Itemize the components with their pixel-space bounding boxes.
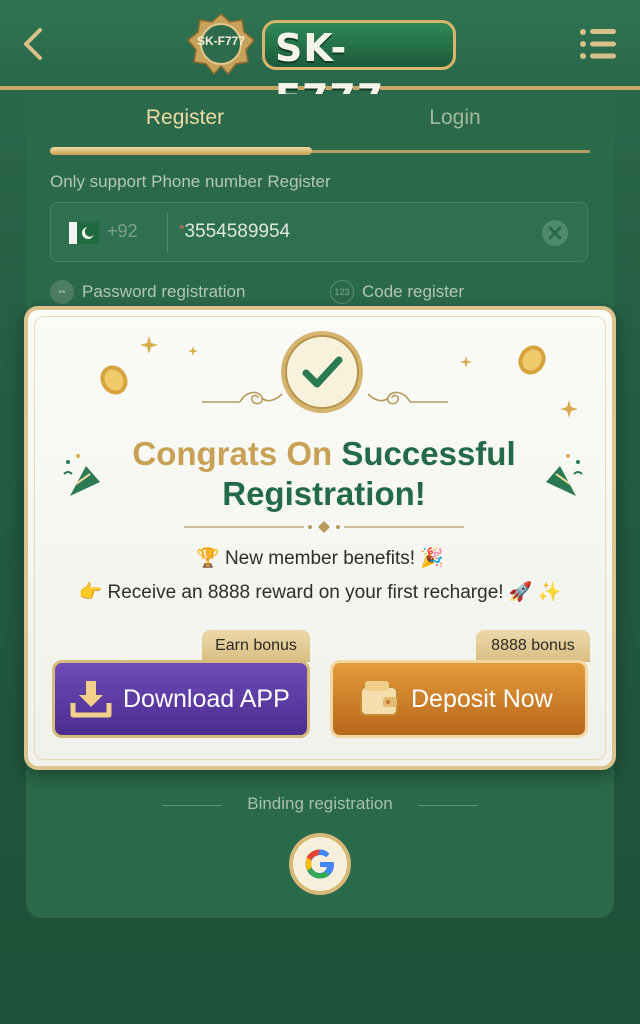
clear-icon[interactable] — [541, 219, 569, 247]
success-modal: Congrats On Successful Registration! 🏆 N… — [24, 306, 616, 770]
binding-registration: Binding registration — [162, 794, 478, 818]
chevron-left-icon — [24, 28, 42, 60]
tab-login[interactable]: Login — [320, 106, 590, 130]
code-register-option[interactable]: 123 Code register — [330, 280, 464, 304]
dots-icon: •• — [50, 280, 74, 304]
menu-button[interactable] — [578, 26, 618, 62]
bonus-8888-tag: 8888 bonus — [476, 630, 590, 662]
logo-badge: SK-F777 — [186, 12, 256, 76]
ornament-right-icon — [367, 391, 448, 405]
menu-list-icon — [580, 29, 616, 59]
phone-number-value: 3554589954 — [184, 221, 291, 242]
download-icon — [70, 681, 112, 718]
google-icon — [289, 833, 351, 895]
password-registration-label: Password registration — [82, 282, 246, 301]
modal-divider — [184, 521, 464, 533]
google-login-button[interactable] — [288, 832, 352, 896]
tab-register[interactable]: Register — [50, 106, 320, 130]
register-hint: Only support Phone number Register — [50, 172, 331, 191]
coin-icon — [518, 345, 546, 375]
binding-line-right — [418, 805, 478, 806]
wallet-icon — [360, 681, 398, 716]
star-sparkle-icon — [560, 400, 578, 418]
modal-title: Congrats On Successful Registration! — [88, 434, 560, 514]
benefit-line-1: 🏆 New member benefits! 🎉 — [196, 548, 444, 569]
deposit-now-label: Deposit Now — [411, 684, 553, 713]
star-sparkle-icon — [188, 346, 198, 356]
ornament-left-icon — [202, 391, 283, 405]
star-sparkle-icon — [140, 336, 158, 354]
back-button[interactable] — [18, 24, 54, 64]
pakistan-flag-icon[interactable] — [69, 222, 99, 244]
numeric-123-icon: 123 — [330, 280, 354, 304]
input-divider — [167, 213, 168, 253]
password-registration-option[interactable]: •• Password registration — [50, 280, 245, 304]
modal-title-part1: Congrats On — [132, 435, 342, 472]
deposit-now-button[interactable]: Deposit Now — [330, 660, 588, 738]
coin-icon — [100, 365, 128, 395]
phone-input-row: +92 *3554589954 — [50, 202, 588, 262]
download-app-label: Download APP — [123, 684, 290, 713]
star-sparkle-icon — [460, 356, 472, 368]
country-code[interactable]: +92 — [107, 221, 138, 242]
binding-label: Binding registration — [247, 794, 393, 813]
brand-logo: SK-F777 SK-F777 — [186, 12, 456, 120]
tab-active-indicator — [50, 147, 312, 155]
benefit-line-2: 👉 Receive an 8888 reward on your first r… — [78, 582, 562, 603]
app-header: SK-F777 SK-F777 — [0, 0, 640, 120]
download-app-button[interactable]: Download APP — [52, 660, 310, 738]
phone-input[interactable]: *3554589954 — [179, 221, 290, 243]
logo-badge-text: SK-F777 — [196, 34, 246, 48]
check-badge-icon — [281, 331, 363, 413]
earn-bonus-tag: Earn bonus — [202, 630, 310, 662]
code-register-label: Code register — [362, 282, 465, 301]
logo-wordmark: SK-F777 — [262, 20, 456, 120]
